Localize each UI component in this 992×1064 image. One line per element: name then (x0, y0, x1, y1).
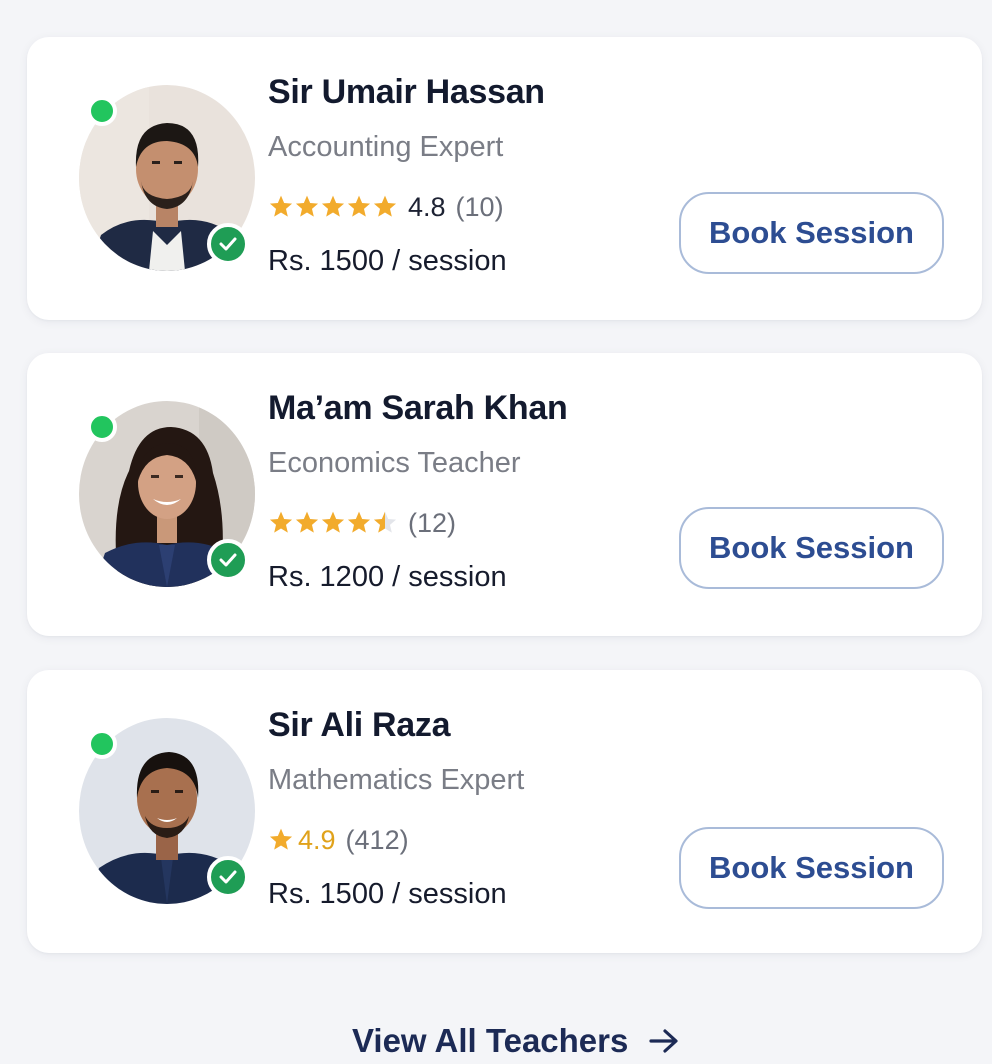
view-all-teachers-link[interactable]: View All Teachers (352, 1018, 680, 1064)
star-rating (268, 827, 294, 853)
session-price: Rs. 1200 / session (268, 561, 507, 593)
teachers-list: Sir Umair Hassan Accounting Expert 4.8 (… (0, 0, 992, 1063)
teacher-name: Sir Ali Raza (268, 706, 451, 744)
rating-row: 4.8 (10) (268, 187, 504, 227)
rating-row: (12) (268, 503, 456, 543)
star-icon (295, 511, 319, 533)
avatar-container (79, 401, 255, 587)
star-icon (347, 195, 371, 217)
star-rating (268, 510, 398, 536)
book-session-button[interactable]: Book Session (679, 192, 944, 274)
view-all-label: View All Teachers (352, 1022, 629, 1059)
online-status-dot (87, 729, 117, 759)
book-session-button[interactable]: Book Session (679, 827, 944, 909)
teacher-card: Sir Umair Hassan Accounting Expert 4.8 (… (27, 37, 982, 320)
avatar-container (79, 718, 255, 904)
star-rating (268, 194, 398, 220)
star-icon (269, 195, 293, 217)
teacher-subject: Economics Teacher (268, 447, 521, 479)
star-icon (373, 511, 397, 533)
teacher-card: Sir Ali Raza Mathematics Expert 4.9 (412… (27, 670, 982, 953)
rating-value: 4.8 (408, 191, 446, 222)
review-count: (12) (408, 507, 457, 538)
teacher-subject: Accounting Expert (268, 131, 504, 163)
rating-value: 4.9 (298, 824, 336, 855)
star-icon (295, 195, 319, 217)
star-icon (269, 828, 293, 850)
online-status-dot (87, 412, 117, 442)
rating-row: 4.9 (412) (268, 820, 409, 860)
star-icon (347, 511, 371, 533)
teacher-card: Ma’am Sarah Khan Economics Teacher (12) … (27, 353, 982, 636)
book-session-button[interactable]: Book Session (679, 507, 944, 589)
teacher-name: Sir Umair Hassan (268, 73, 545, 111)
star-icon (269, 511, 293, 533)
star-icon (321, 195, 345, 217)
teacher-subject: Mathematics Expert (268, 764, 525, 796)
star-icon (373, 195, 397, 217)
avatar-container (79, 85, 255, 271)
verified-check-icon (207, 539, 249, 581)
star-icon (321, 511, 345, 533)
teacher-name: Ma’am Sarah Khan (268, 389, 568, 427)
session-price: Rs. 1500 / session (268, 245, 507, 277)
arrow-right-icon (649, 1029, 678, 1053)
review-count: (10) (455, 191, 504, 222)
online-status-dot (87, 96, 117, 126)
verified-check-icon (207, 856, 249, 898)
review-count: (412) (345, 824, 409, 855)
verified-check-icon (207, 223, 249, 265)
session-price: Rs. 1500 / session (268, 878, 507, 910)
